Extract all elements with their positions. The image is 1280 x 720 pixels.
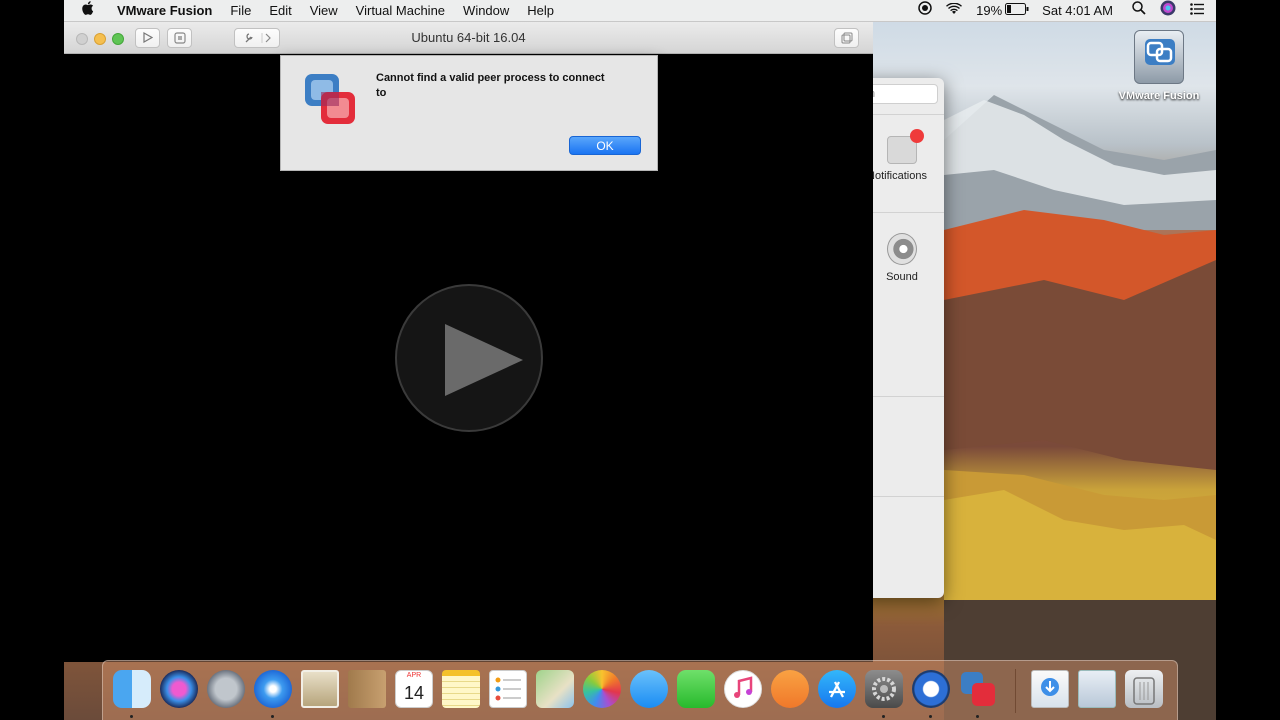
desktop-icon-label: VMware Fusion: [1118, 90, 1200, 102]
fullscreen-toggle-button[interactable]: [834, 28, 859, 48]
preview-document-icon[interactable]: [1078, 670, 1116, 708]
desktop: VMware Fusion File Edit View Virtual Mac…: [64, 0, 1216, 720]
trash-icon[interactable]: [1125, 670, 1163, 708]
zoom-window-button[interactable]: [112, 33, 124, 45]
menu-edit[interactable]: Edit: [260, 0, 300, 22]
menu-file[interactable]: File: [221, 0, 260, 22]
finder-icon[interactable]: [113, 670, 151, 708]
close-window-button[interactable]: [76, 33, 88, 45]
menu-window[interactable]: Window: [454, 0, 518, 22]
app-store-icon[interactable]: [818, 670, 856, 708]
calendar-day: 14: [403, 683, 425, 703]
menu-help[interactable]: Help: [518, 0, 563, 22]
notes-icon[interactable]: [442, 670, 480, 708]
prefs-search-field[interactable]: h: [864, 84, 938, 104]
vmware-fusion-dock-icon[interactable]: [959, 670, 997, 708]
disk-volume-icon: [1134, 30, 1184, 84]
running-indicator: [882, 715, 885, 718]
power-on-play-button[interactable]: [395, 284, 543, 432]
snapshot-button[interactable]: [167, 28, 192, 48]
messages-icon[interactable]: [630, 670, 668, 708]
sound-icon: [887, 233, 917, 265]
prefs-item-label: Notifications: [867, 170, 927, 182]
contacts-icon[interactable]: [348, 670, 386, 708]
mail-icon[interactable]: [301, 670, 339, 708]
notifications-icon: [887, 129, 924, 164]
maps-icon[interactable]: [536, 670, 574, 708]
dock-separator: [1015, 669, 1016, 713]
menu-bar: VMware Fusion File Edit View Virtual Mac…: [64, 0, 1216, 22]
ok-button[interactable]: OK: [569, 136, 641, 155]
running-indicator: [271, 715, 274, 718]
vm-play-toolbar-button[interactable]: [135, 28, 160, 48]
system-preferences-icon[interactable]: [865, 670, 903, 708]
desktop-vmware-fusion-icon[interactable]: VMware Fusion: [1114, 30, 1204, 102]
calendar-month: APR: [406, 672, 422, 679]
wifi-icon[interactable]: [939, 0, 969, 22]
notification-center-icon[interactable]: [1183, 0, 1216, 22]
siri-dock-icon[interactable]: [160, 670, 198, 708]
quicktime-icon[interactable]: [912, 670, 950, 708]
battery-percent[interactable]: 19%: [969, 0, 1005, 22]
dock: APR 14: [102, 660, 1178, 720]
apple-menu-icon[interactable]: [64, 0, 108, 22]
facetime-icon[interactable]: [677, 670, 715, 708]
spotlight-icon[interactable]: [1125, 0, 1153, 22]
menu-app-name[interactable]: VMware Fusion: [108, 0, 221, 22]
ibooks-icon[interactable]: [771, 670, 809, 708]
vm-window-titlebar[interactable]: Ubuntu 64-bit 16.04: [64, 22, 873, 54]
minimize-window-button[interactable]: [94, 33, 106, 45]
battery-icon[interactable]: [1005, 0, 1036, 22]
running-indicator: [976, 715, 979, 718]
screen-record-icon[interactable]: [911, 0, 939, 22]
safari-icon[interactable]: [254, 670, 292, 708]
photos-icon[interactable]: [583, 670, 621, 708]
itunes-icon[interactable]: [724, 670, 762, 708]
reminders-icon[interactable]: [489, 670, 527, 708]
menu-virtual-machine[interactable]: Virtual Machine: [347, 0, 454, 22]
error-alert-dialog: Cannot find a valid peer process to conn…: [280, 55, 658, 171]
alert-message: Cannot find a valid peer process to conn…: [376, 72, 605, 99]
running-indicator: [929, 715, 932, 718]
running-indicator: [130, 715, 133, 718]
vm-settings-button[interactable]: [234, 28, 280, 48]
prefs-item-label: Sound: [886, 271, 918, 283]
play-icon: [445, 324, 523, 396]
calendar-icon[interactable]: APR 14: [395, 670, 433, 708]
menubar-clock[interactable]: Sat 4:01 AM: [1036, 0, 1125, 22]
vm-window: Ubuntu 64-bit 16.04 Cannot find a valid …: [64, 22, 873, 662]
siri-icon[interactable]: [1153, 0, 1183, 23]
downloads-folder-icon[interactable]: [1031, 670, 1069, 708]
vmware-fusion-app-icon: [305, 74, 355, 124]
menu-view[interactable]: View: [301, 0, 347, 22]
launchpad-icon[interactable]: [207, 670, 245, 708]
